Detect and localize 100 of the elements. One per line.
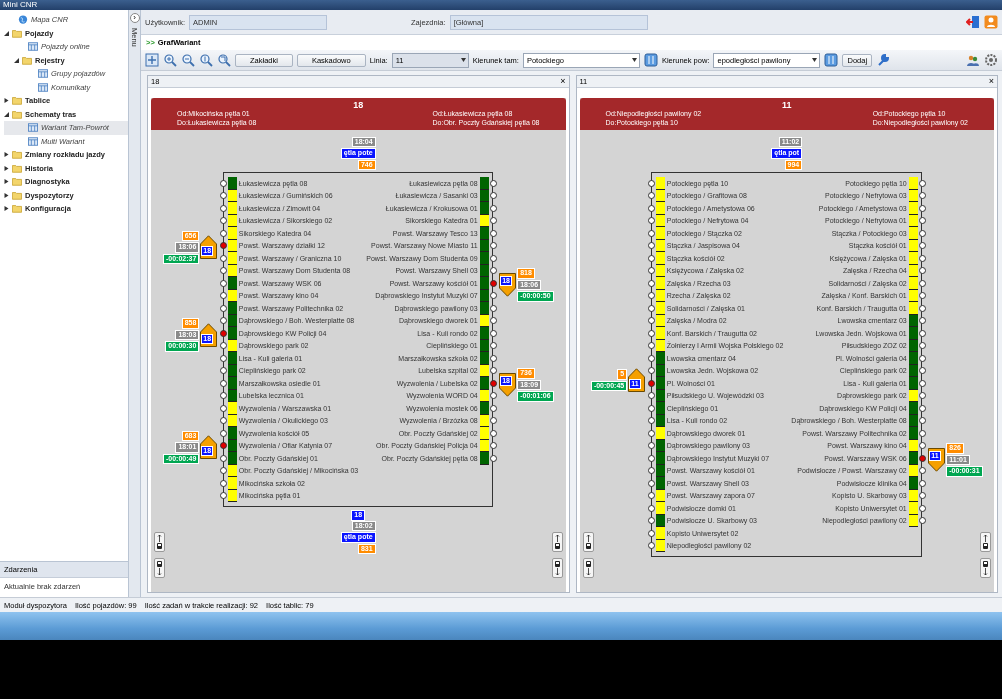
folder-icon [22,55,32,65]
stop-dot[interactable] [219,392,227,400]
stop-dot[interactable] [647,517,655,525]
expand-arrow-icon[interactable] [4,98,9,104]
stop-dot[interactable] [647,192,655,200]
stop-dot[interactable] [219,229,227,237]
bus-arrow-icon [584,560,592,576]
close-button[interactable]: × [560,77,566,86]
bus-arrow-icon [584,534,592,550]
stop-dot[interactable] [219,329,227,337]
stop-dot[interactable] [219,254,227,262]
stop-dot[interactable] [219,454,227,462]
collapse-arrow-icon[interactable] [4,111,9,117]
stop-dot[interactable] [219,317,227,325]
stop-dot[interactable] [647,342,655,350]
stop-dot[interactable] [647,242,655,250]
stop-dot[interactable] [219,379,227,387]
people-icon[interactable] [966,53,980,67]
bus-down-button[interactable] [980,558,991,578]
stop-dot[interactable] [647,279,655,287]
stop-dot[interactable] [219,279,227,287]
stop-dot[interactable] [219,429,227,437]
stop-dot[interactable] [647,292,655,300]
bus-up-button[interactable] [551,532,563,552]
expand-arrow-icon[interactable] [4,165,9,171]
bus-arrow-icon [553,534,561,550]
window-title: Mini CNR [0,0,1002,10]
bus-down-button[interactable] [551,558,563,578]
stop-dot[interactable] [647,504,655,512]
exit-door-icon[interactable] [966,15,980,29]
menu-toggle[interactable]: › [129,13,140,23]
caret-icon [631,58,637,62]
stop-dot[interactable] [647,467,655,475]
stop-dot[interactable] [219,192,227,200]
stop-dot[interactable] [219,467,227,475]
zoom-out-icon[interactable] [181,53,195,67]
bus-down-button[interactable] [154,558,165,578]
bus-up-button[interactable] [980,532,991,552]
columns-icon[interactable] [824,53,839,67]
stop-dot[interactable] [219,204,227,212]
settings-icon[interactable] [984,53,998,67]
stop-dot[interactable] [647,442,655,450]
columns-icon[interactable] [643,53,658,67]
collapse-arrow-icon[interactable] [14,57,19,63]
stop-dot[interactable] [647,454,655,462]
table-icon [28,123,38,133]
stop-dot[interactable] [219,404,227,412]
expand-arrow-icon[interactable] [4,179,9,185]
stop-dot[interactable] [647,492,655,500]
stop-dot[interactable] [647,217,655,225]
stop-dot[interactable] [647,392,655,400]
stop-dot[interactable] [647,267,655,275]
wrench-icon[interactable] [876,53,891,67]
caret-icon [460,58,466,62]
zoom-in-icon[interactable] [163,53,177,67]
stop-dot[interactable] [647,329,655,337]
stop-dot[interactable] [647,379,655,387]
bus-up-button[interactable] [582,532,594,552]
expand-arrow-icon[interactable] [4,206,9,212]
stop-dot[interactable] [219,217,227,225]
table-icon [38,69,48,79]
stop-dot[interactable] [219,292,227,300]
collapse-arrow-icon[interactable] [4,30,9,36]
stop-dot[interactable] [219,342,227,350]
table-icon [38,82,48,92]
stop-dot[interactable] [219,367,227,375]
stop-dot[interactable] [647,404,655,412]
stop-dot[interactable] [219,492,227,500]
bus-arrow-icon [156,534,163,550]
bus-down-button[interactable] [582,558,594,578]
stop-dot[interactable] [647,542,655,550]
stop-dot[interactable] [219,304,227,312]
stop-dot[interactable] [647,529,655,537]
stop-dot[interactable] [647,429,655,437]
stop-dot[interactable] [647,229,655,237]
zoom-height-icon[interactable] [199,53,213,67]
stop-dot[interactable] [647,317,655,325]
stop-dot[interactable] [647,417,655,425]
stop-dot[interactable] [219,479,227,487]
stop-dot[interactable] [219,354,227,362]
expand-arrow-icon[interactable] [4,152,9,158]
stop-dot[interactable] [219,442,227,450]
caret-icon [812,58,818,62]
stop-dot[interactable] [219,417,227,425]
table-icon [28,136,38,146]
stop-dot[interactable] [647,367,655,375]
stop-dot[interactable] [219,242,227,250]
expand-arrow-icon[interactable] [4,192,9,198]
close-button[interactable]: × [988,77,994,86]
stop-dot[interactable] [219,179,227,187]
stop-dot[interactable] [647,479,655,487]
fit-view-icon[interactable] [145,53,159,67]
stop-dot[interactable] [647,179,655,187]
stop-dot[interactable] [647,354,655,362]
bus-up-button[interactable] [154,532,165,552]
stop-dot[interactable] [647,204,655,212]
stop-dot[interactable] [647,304,655,312]
stop-dot[interactable] [219,267,227,275]
zoom-width-icon[interactable] [217,53,231,67]
stop-dot[interactable] [647,254,655,262]
